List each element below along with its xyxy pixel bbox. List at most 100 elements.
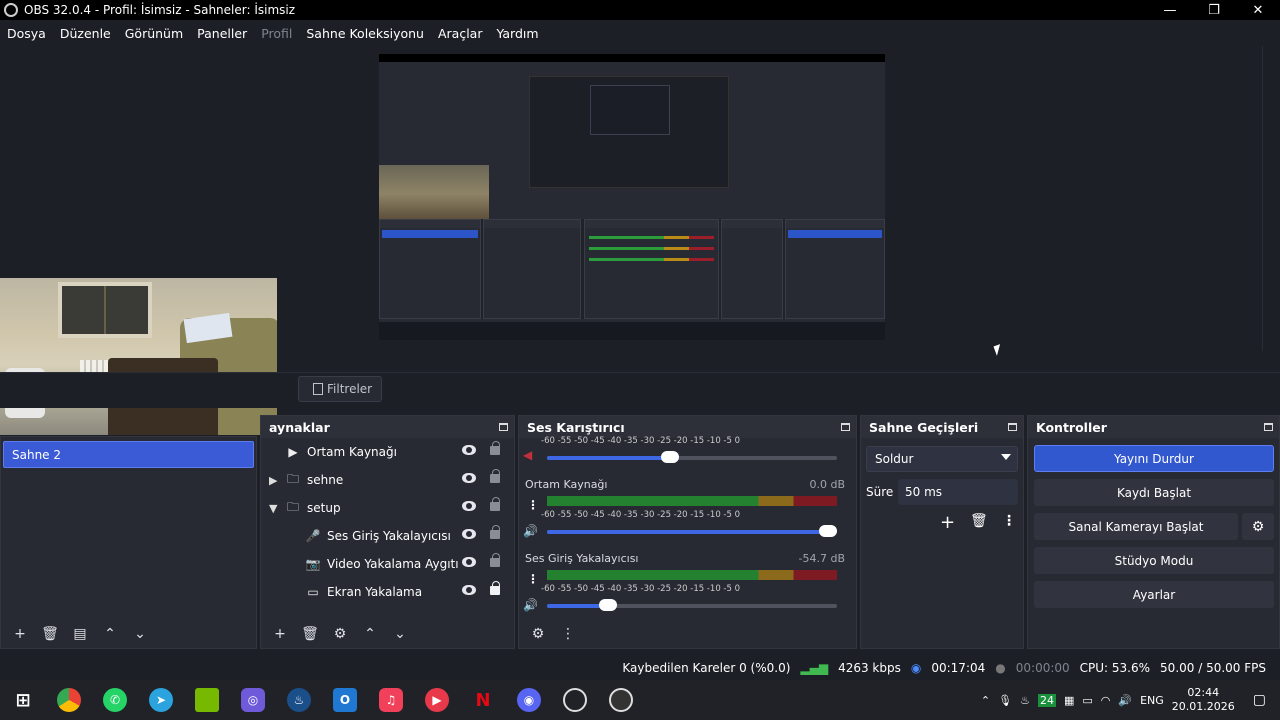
volume-icon[interactable]: 🔊	[1118, 694, 1132, 707]
lock-icon[interactable]	[490, 553, 500, 567]
speaker-icon[interactable]: 🔊	[523, 598, 538, 612]
speedometer-icon[interactable]	[563, 688, 587, 712]
outlook-icon[interactable]: O	[333, 688, 357, 712]
lock-icon[interactable]	[490, 497, 500, 511]
language-indicator[interactable]: ENG	[1140, 694, 1164, 707]
remove-scene-button[interactable]: 🗑	[37, 623, 63, 645]
scenes-toolbar: + 🗑 ▤ ⌃ ⌄	[1, 620, 256, 648]
microphone-icon[interactable]: 🎙	[998, 694, 1012, 707]
tray-app-icon[interactable]: 24	[1037, 693, 1056, 707]
source-item[interactable]: 📷 Video Yakalama Aygıtı	[261, 550, 514, 578]
visibility-eye-icon[interactable]	[462, 473, 476, 483]
lock-icon[interactable]	[490, 441, 500, 455]
visibility-eye-icon[interactable]	[462, 445, 476, 455]
undock-icon[interactable]	[1264, 423, 1273, 431]
preview-canvas[interactable]	[379, 54, 885, 340]
menu-help[interactable]: Yardım	[489, 26, 545, 41]
muted-speaker-icon[interactable]: ◀	[523, 448, 532, 462]
visibility-eye-icon[interactable]	[462, 585, 476, 595]
mixer-menu-button[interactable]: ⋮	[555, 623, 581, 645]
preview-scrollbar[interactable]	[1262, 46, 1280, 351]
source-item[interactable]: ▶ Ortam Kaynağı	[261, 438, 514, 466]
steam-tray-icon[interactable]: ♨	[1020, 694, 1030, 707]
scene-item[interactable]: Sahne 2	[3, 441, 254, 468]
channel-menu-icon[interactable]: ⋮	[527, 498, 539, 512]
netflix-icon[interactable]: N	[471, 688, 495, 712]
notification-icon[interactable]: ▢	[1253, 692, 1266, 708]
filters-label: Filtreler	[327, 382, 373, 396]
lock-icon[interactable]	[490, 525, 500, 539]
visibility-eye-icon[interactable]	[462, 501, 476, 511]
menu-scene-collection[interactable]: Sahne Koleksiyonu	[299, 26, 431, 41]
undock-icon[interactable]	[841, 423, 850, 431]
telegram-icon[interactable]: ➤	[149, 688, 173, 712]
obs-taskbar-icon[interactable]	[609, 688, 633, 712]
transition-select[interactable]: Soldur	[866, 446, 1018, 472]
expand-arrow-icon[interactable]: ▼	[269, 502, 281, 515]
menu-view[interactable]: Görünüm	[118, 26, 190, 41]
steam-icon[interactable]: ♨	[287, 688, 311, 712]
transitions-title: Sahne Geçişleri	[869, 419, 979, 435]
channel-menu-icon[interactable]: ⋮	[527, 572, 539, 586]
studio-mode-button[interactable]: Stüdyo Modu	[1034, 547, 1274, 574]
menu-docks[interactable]: Paneller	[190, 26, 254, 41]
player-icon[interactable]: ▶	[425, 688, 449, 712]
virtual-camera-settings-icon[interactable]: ⚙	[1242, 513, 1274, 540]
remove-source-button[interactable]: 🗑	[297, 623, 323, 645]
visibility-eye-icon[interactable]	[462, 529, 476, 539]
move-down-button[interactable]: ⌄	[127, 623, 153, 645]
remove-transition-button[interactable]: 🗑	[970, 513, 988, 529]
scene-filter-button[interactable]: ▤	[67, 623, 93, 645]
stop-streaming-button[interactable]: Yayını Durdur	[1034, 445, 1274, 472]
undock-icon[interactable]	[499, 423, 508, 431]
minimize-button[interactable]: —	[1148, 0, 1192, 20]
clock[interactable]: 02:44 20.01.2026	[1172, 686, 1235, 714]
undock-icon[interactable]	[1008, 423, 1017, 431]
start-virtual-camera-button[interactable]: Sanal Kamerayı Başlat	[1034, 513, 1238, 540]
windows-start-icon[interactable]: ⊞	[11, 688, 35, 712]
discord-icon[interactable]: ◉	[517, 688, 541, 712]
advanced-audio-button[interactable]: ⚙	[525, 623, 551, 645]
volume-slider[interactable]	[547, 599, 837, 611]
source-item[interactable]: ▭ Ekran Yakalama	[261, 578, 514, 606]
menu-file[interactable]: Dosya	[0, 26, 53, 41]
move-up-button[interactable]: ⌃	[357, 623, 383, 645]
source-properties-button[interactable]: ⚙	[327, 623, 353, 645]
move-up-button[interactable]: ⌃	[97, 623, 123, 645]
meter-ticks: -60 -55 -50 -45 -40 -35 -30 -25 -20 -15 …	[541, 584, 741, 594]
filter-icon	[313, 383, 323, 395]
add-scene-button[interactable]: +	[7, 623, 33, 645]
lock-icon[interactable]	[490, 581, 500, 595]
network-icon[interactable]: ▦	[1064, 694, 1074, 707]
expand-arrow-icon[interactable]: ▶	[269, 474, 281, 487]
tray-chevron-icon[interactable]: ⌃	[981, 694, 990, 707]
app-icon[interactable]: ◎	[241, 688, 265, 712]
duration-input[interactable]: 50 ms	[898, 479, 1018, 505]
menu-profile[interactable]: Profil	[254, 26, 299, 41]
add-transition-button[interactable]: +	[940, 512, 955, 533]
source-item[interactable]: ▼ 🗀 setup	[261, 494, 514, 522]
visibility-eye-icon[interactable]	[462, 557, 476, 567]
filters-button[interactable]: Filtreler	[298, 376, 382, 402]
chrome-icon[interactable]	[57, 688, 81, 712]
menu-edit[interactable]: Düzenle	[53, 26, 118, 41]
music-icon[interactable]: ♫	[379, 688, 403, 712]
source-item[interactable]: 🎤 Ses Giriş Yakalayıcısı	[261, 522, 514, 550]
move-down-button[interactable]: ⌄	[387, 623, 413, 645]
battery-icon[interactable]: ▭	[1082, 694, 1092, 707]
lock-icon[interactable]	[490, 469, 500, 483]
settings-button[interactable]: Ayarlar	[1034, 581, 1274, 608]
wifi-icon[interactable]: ◠	[1101, 694, 1111, 707]
source-item[interactable]: ▶ 🗀 sehne	[261, 466, 514, 494]
speaker-icon[interactable]: 🔊	[523, 524, 538, 538]
transition-menu-icon[interactable]: ⋮	[1002, 513, 1016, 529]
close-button[interactable]: ✕	[1236, 0, 1280, 20]
add-source-button[interactable]: +	[267, 623, 293, 645]
start-recording-button[interactable]: Kaydı Başlat	[1034, 479, 1274, 506]
menu-tools[interactable]: Araçlar	[431, 26, 490, 41]
volume-slider[interactable]	[547, 451, 837, 463]
restore-button[interactable]: ❐	[1192, 0, 1236, 20]
volume-slider[interactable]	[547, 525, 837, 537]
nvidia-icon[interactable]	[195, 688, 219, 712]
whatsapp-icon[interactable]: ✆	[103, 688, 127, 712]
